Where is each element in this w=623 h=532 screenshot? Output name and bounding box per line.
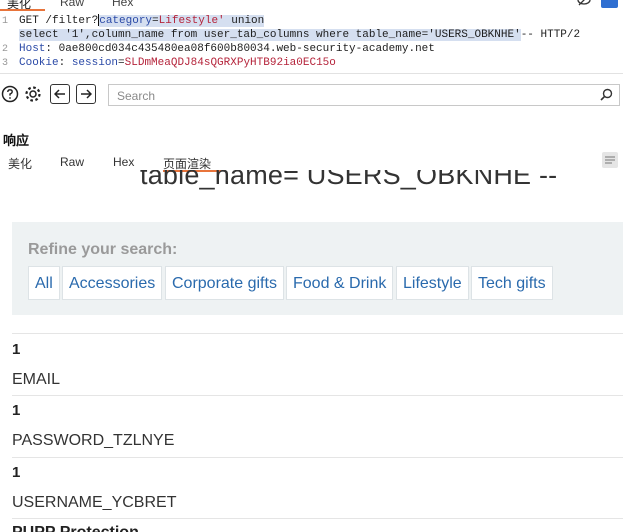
request-line-2: 2 Host: 0ae800cd034c435480ea08f600b80034… bbox=[0, 42, 435, 56]
tab-raw[interactable]: Raw bbox=[60, 0, 84, 9]
param-eq: = bbox=[152, 15, 159, 27]
header-cookie-sep: : bbox=[58, 57, 72, 69]
filter-link-lifestyle[interactable]: Lifestyle bbox=[396, 266, 469, 300]
param-key: category bbox=[99, 15, 153, 27]
line-number: 3 bbox=[2, 58, 9, 69]
gear-icon[interactable] bbox=[23, 84, 43, 104]
filter-link-corporate-gifts[interactable]: Corporate gifts bbox=[165, 266, 284, 300]
row-count: 1 bbox=[12, 402, 21, 419]
search-box[interactable] bbox=[108, 84, 620, 106]
row-value: USERNAME_YCBRET bbox=[12, 494, 177, 511]
line-number: 2 bbox=[2, 44, 9, 55]
header-cookie-key: Cookie bbox=[19, 57, 59, 69]
request-protocol: -- HTTP/2 bbox=[520, 29, 581, 41]
arrow-left-icon bbox=[54, 89, 65, 99]
sql-injection-payload: select '1',column_name from user_tab_col… bbox=[19, 29, 521, 41]
response-title: 响应 bbox=[3, 133, 30, 148]
header-host-key: Host bbox=[19, 43, 46, 55]
param-value: Lifestyle' bbox=[158, 15, 225, 27]
cookie-value: SLDmMeaQDJ84sQGRXPyHTB92ia0EC15o bbox=[124, 57, 336, 69]
inspector-toggle-icon[interactable] bbox=[601, 0, 618, 8]
sql-union: union bbox=[224, 15, 265, 27]
tab-raw[interactable]: Raw bbox=[60, 155, 84, 169]
next-section-heading: PUPP Protection bbox=[12, 524, 139, 532]
tab-hex[interactable]: Hex bbox=[113, 155, 134, 169]
line-number: 1 bbox=[2, 16, 9, 27]
row-divider bbox=[12, 333, 623, 334]
request-method-path: GET /filter? bbox=[19, 15, 99, 27]
row-value: PASSWORD_TZLNYE bbox=[12, 432, 175, 449]
active-tab-underline bbox=[0, 9, 45, 11]
filter-link-all[interactable]: All bbox=[28, 266, 60, 300]
filter-link-food-drink[interactable]: Food & Drink bbox=[286, 266, 394, 300]
word-wrap-icon[interactable] bbox=[602, 152, 618, 168]
row-divider bbox=[12, 518, 623, 519]
refine-label: Refine your search: bbox=[28, 241, 178, 258]
filter-link-tech-gifts[interactable]: Tech gifts bbox=[471, 266, 553, 300]
request-line-3: 3 Cookie: session=SLDmMeaQDJ84sQGRXPyHTB… bbox=[0, 56, 336, 70]
refine-search-panel: Refine your search: All Accessories Corp… bbox=[12, 222, 623, 315]
search-toolbar bbox=[0, 82, 623, 110]
search-icon[interactable] bbox=[600, 88, 613, 106]
search-input[interactable] bbox=[115, 86, 599, 106]
tab-hex[interactable]: Hex bbox=[112, 0, 133, 9]
row-value: EMAIL bbox=[12, 371, 61, 388]
row-count: 1 bbox=[12, 341, 21, 358]
request-line-1: 1 GET /filter?category=Lifestyle' union bbox=[0, 14, 265, 28]
page-heading: table_name= USERS_OBKNHE -- bbox=[140, 170, 558, 190]
request-editor[interactable]: 1 GET /filter?category=Lifestyle' union … bbox=[0, 13, 623, 74]
row-divider bbox=[12, 395, 623, 396]
cookie-name: session bbox=[71, 57, 119, 69]
next-match-button[interactable] bbox=[76, 84, 96, 104]
hide-icon[interactable] bbox=[577, 0, 591, 9]
help-icon[interactable] bbox=[0, 84, 20, 104]
cookie-eq: = bbox=[118, 57, 125, 69]
row-divider bbox=[12, 457, 623, 458]
arrow-right-icon bbox=[81, 89, 92, 99]
filter-link-accessories[interactable]: Accessories bbox=[62, 266, 163, 300]
row-count: 1 bbox=[12, 464, 21, 481]
header-host-value: : 0ae800cd034c435480ea08f600b80034.web-s… bbox=[45, 43, 435, 55]
previous-match-button[interactable] bbox=[50, 84, 70, 104]
rendered-page: table_name= USERS_OBKNHE -- Refine your … bbox=[0, 170, 623, 532]
top-tab-bar: 美化 Raw Hex bbox=[0, 0, 623, 12]
